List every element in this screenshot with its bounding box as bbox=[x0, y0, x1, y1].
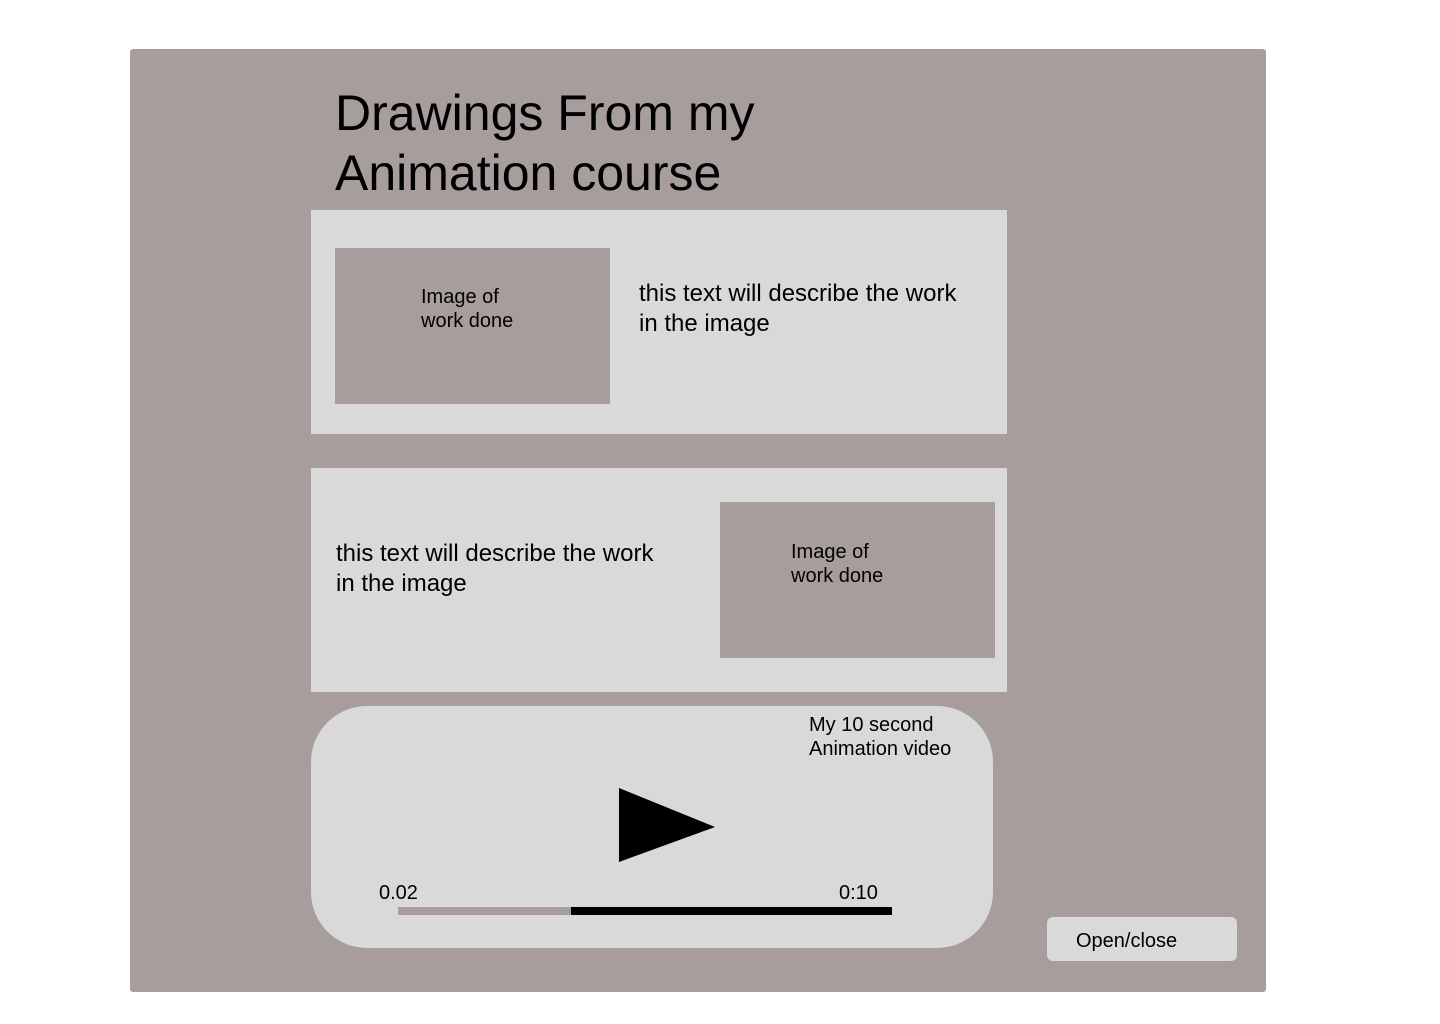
work-card-1: Image of work done this text will descri… bbox=[311, 210, 1007, 434]
page-title: Drawings From my Animation course bbox=[335, 85, 755, 201]
open-close-button[interactable]: Open/close bbox=[1047, 917, 1237, 961]
open-close-label: Open/close bbox=[1076, 930, 1178, 952]
video-title: My 10 second Animation video bbox=[809, 714, 952, 760]
progress-bar[interactable] bbox=[398, 907, 892, 915]
work-card-2: this text will describe the work in the … bbox=[311, 468, 1007, 692]
work-description: this text will describe the work in the … bbox=[639, 280, 957, 337]
play-button[interactable] bbox=[617, 786, 717, 864]
current-time: 0.02 bbox=[379, 882, 418, 904]
work-description: this text will describe the work in the … bbox=[336, 540, 654, 597]
page-frame: Drawings From my Animation course Image … bbox=[130, 49, 1266, 992]
work-image-label: Image of work done bbox=[421, 286, 514, 332]
video-player: My 10 second Animation video 0.02 0:10 bbox=[311, 706, 993, 948]
work-image-placeholder: Image of work done bbox=[335, 248, 610, 404]
progress-bar-fill bbox=[398, 907, 571, 915]
play-icon bbox=[619, 788, 715, 862]
work-image-label: Image of work done bbox=[791, 541, 884, 587]
work-image-placeholder: Image of work done bbox=[720, 502, 995, 658]
duration: 0:10 bbox=[839, 882, 878, 904]
